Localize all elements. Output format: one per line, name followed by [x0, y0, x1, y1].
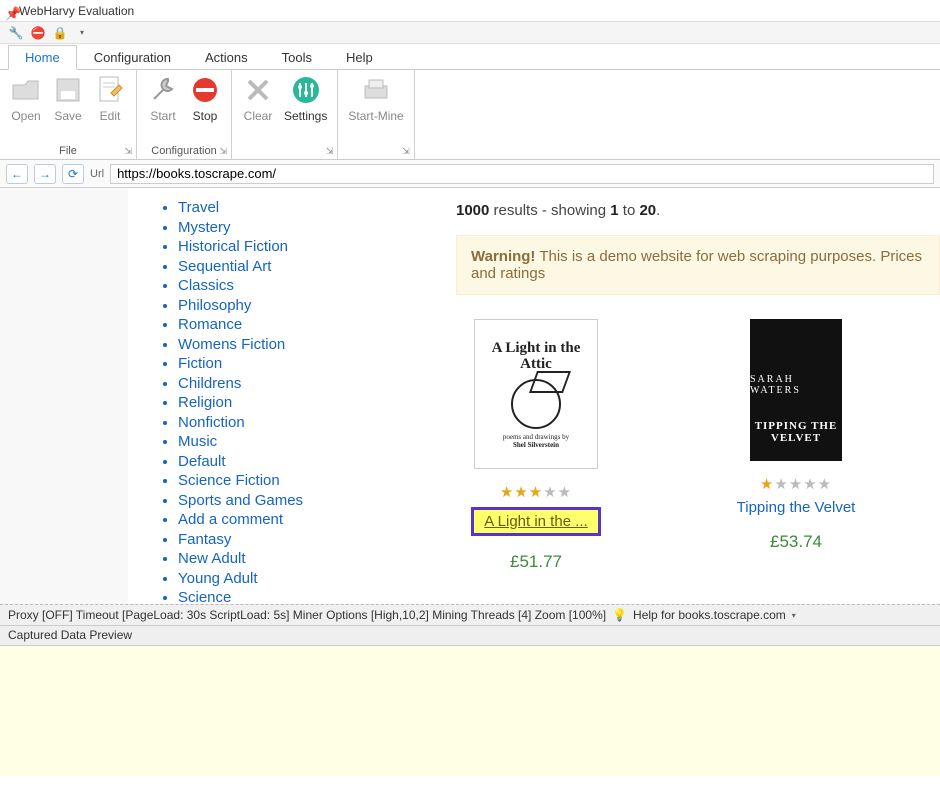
sliders-icon [290, 74, 322, 106]
wrench-large-icon [147, 74, 179, 106]
start-button[interactable]: Start [147, 74, 179, 123]
folder-open-icon [10, 74, 42, 106]
ribbon-group-label: File [59, 145, 77, 157]
no-entry-icon [189, 74, 221, 106]
tab-help[interactable]: Help [329, 45, 390, 69]
category-link[interactable]: Sports and Games [178, 491, 420, 511]
category-link[interactable]: Childrens [178, 374, 420, 394]
save-button[interactable]: Save [52, 74, 84, 123]
star-rating: ★★★★★ [500, 483, 572, 501]
ribbon-group-file: Open Save Edit File ⇲ [0, 70, 137, 159]
category-link[interactable]: Mystery [178, 218, 420, 238]
tab-actions[interactable]: Actions [188, 45, 265, 69]
status-help-link[interactable]: Help for books.toscrape.com [633, 608, 786, 622]
left-gutter [0, 188, 128, 604]
url-input[interactable] [110, 164, 934, 184]
bulb-icon: 💡 [612, 608, 627, 622]
category-link[interactable]: Young Adult [178, 569, 420, 589]
product-price: £53.74 [770, 532, 822, 552]
category-link[interactable]: Romance [178, 315, 420, 335]
product-title-link[interactable]: Tipping the Velvet [737, 499, 856, 516]
category-link[interactable]: Classics [178, 276, 420, 296]
pin-icon: 📌 [5, 6, 15, 16]
ribbon-group-misc2: Start-Mine ⇲ [338, 70, 414, 159]
tab-configuration[interactable]: Configuration [77, 45, 188, 69]
preview-body [0, 646, 940, 776]
clear-button[interactable]: Clear [242, 74, 274, 123]
lock-icon[interactable]: 🔒 [52, 25, 68, 41]
edit-icon [94, 74, 126, 106]
category-link[interactable]: Fiction [178, 354, 420, 374]
category-link[interactable]: Add a comment [178, 510, 420, 530]
status-text: Proxy [OFF] Timeout [PageLoad: 30s Scrip… [8, 608, 606, 622]
dialog-launcher-icon[interactable]: ⇲ [326, 146, 334, 157]
category-link[interactable]: Nonfiction [178, 413, 420, 433]
ribbon-tabs: Home Configuration Actions Tools Help [0, 44, 940, 70]
dialog-launcher-icon[interactable]: ⇲ [402, 146, 410, 157]
save-icon [52, 74, 84, 106]
star-rating: ★★★★★ [760, 475, 832, 493]
category-link[interactable]: Default [178, 452, 420, 472]
category-link[interactable]: Religion [178, 393, 420, 413]
category-link[interactable]: Sequential Art [178, 257, 420, 277]
tab-tools[interactable]: Tools [265, 45, 329, 69]
quick-access-toolbar: 🔧 ⛔ 🔒 ▾ [0, 22, 940, 44]
category-link[interactable]: Science Fiction [178, 471, 420, 491]
x-icon [242, 74, 274, 106]
book-cover[interactable]: SARAH WATERS TIPPING THE VELVET [750, 319, 842, 461]
results-summary: 1000 results - showing 1 to 20. [456, 202, 940, 219]
edit-button[interactable]: Edit [94, 74, 126, 123]
ribbon-group-configuration: Start Stop Configuration⇲ [137, 70, 232, 159]
category-link[interactable]: Travel [178, 198, 420, 218]
open-button[interactable]: Open [10, 74, 42, 123]
quick-access-dropdown-icon[interactable]: ▾ [74, 25, 90, 41]
refresh-button[interactable]: ⟳ [62, 164, 84, 184]
stop-icon[interactable]: ⛔ [30, 25, 46, 41]
category-link[interactable]: Fantasy [178, 530, 420, 550]
main-panel: 1000 results - showing 1 to 20. Warning!… [428, 188, 940, 604]
wrench-icon[interactable]: 🔧 [8, 25, 24, 41]
category-link[interactable]: Philosophy [178, 296, 420, 316]
printer-icon [360, 74, 392, 106]
start-mine-button[interactable]: Start-Mine [348, 74, 403, 123]
stop-button[interactable]: Stop [189, 74, 221, 123]
back-button[interactable]: ← [6, 164, 28, 184]
window-title: WebHarvy Evaluation [19, 4, 134, 18]
dialog-launcher-icon[interactable]: ⇲ [219, 146, 227, 157]
warning-banner: Warning! This is a demo website for web … [456, 235, 940, 295]
category-link[interactable]: Historical Fiction [178, 237, 420, 257]
category-link[interactable]: Womens Fiction [178, 335, 420, 355]
navigation-bar: ← → ⟳ Url [0, 160, 940, 188]
category-sidebar: TravelMysteryHistorical FictionSequentia… [128, 188, 428, 604]
url-label: Url [90, 168, 104, 180]
category-link[interactable]: New Adult [178, 549, 420, 569]
tab-home[interactable]: Home [8, 45, 77, 70]
ribbon-group-label: Configuration [151, 145, 216, 157]
ribbon-group-misc1: Clear Settings ⇲ [232, 70, 338, 159]
chevron-down-icon[interactable]: ▾ [792, 611, 796, 620]
ribbon: Open Save Edit File⇲ Start Stop Configu [0, 70, 940, 160]
category-link[interactable]: Science [178, 588, 420, 604]
product-card: SARAH WATERS TIPPING THE VELVET ★★★★★ Ti… [716, 319, 876, 572]
titlebar: 📌 WebHarvy Evaluation [0, 0, 940, 22]
product-price: £51.77 [510, 552, 562, 572]
forward-button[interactable]: → [34, 164, 56, 184]
book-cover[interactable]: A Light in the Attic poems and drawings … [474, 319, 598, 469]
browser-content: TravelMysteryHistorical FictionSequentia… [0, 188, 940, 604]
preview-header: Captured Data Preview [0, 626, 940, 646]
settings-button[interactable]: Settings [284, 74, 327, 123]
status-bar: Proxy [OFF] Timeout [PageLoad: 30s Scrip… [0, 604, 940, 626]
product-grid: A Light in the Attic poems and drawings … [456, 319, 940, 572]
product-card: A Light in the Attic poems and drawings … [456, 319, 616, 572]
category-link[interactable]: Music [178, 432, 420, 452]
product-title-link[interactable]: A Light in the ... [471, 507, 600, 536]
dialog-launcher-icon[interactable]: ⇲ [124, 146, 132, 157]
